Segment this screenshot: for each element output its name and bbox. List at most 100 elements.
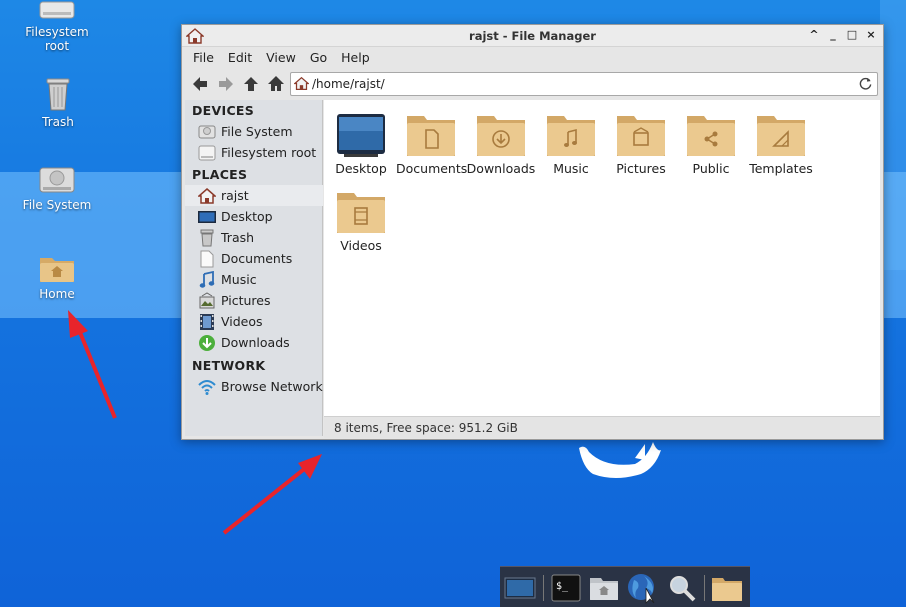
sidebar-item-browse-network[interactable]: Browse Network [185, 376, 323, 397]
desktop-icon-label-2: root [44, 39, 70, 53]
file-item-label: Templates [749, 161, 813, 176]
dock-separator [704, 575, 705, 601]
menu-go[interactable]: Go [303, 48, 334, 68]
side-pane: DEVICES File System Filesystem root PLAC… [185, 100, 323, 436]
folder-pictures-icon [617, 116, 665, 156]
sidebar-item-downloads[interactable]: Downloads [185, 332, 323, 353]
sidebar-item-label: Downloads [221, 335, 290, 350]
trash-icon [46, 78, 70, 111]
file-item-documents[interactable]: Documents [396, 112, 468, 176]
folder-templates-icon [757, 116, 805, 156]
sidebar-item-filesystem-root[interactable]: Filesystem root [185, 142, 323, 163]
file-view: Desktop Documents Downloads Music Pictur… [324, 100, 880, 416]
file-item-desktop[interactable]: Desktop [326, 112, 396, 176]
close-icon[interactable]: × [865, 28, 877, 42]
sidebar-item-label: Desktop [221, 209, 273, 224]
window-title: rajst - File Manager [469, 29, 596, 43]
sidebar-header-devices: DEVICES [192, 103, 255, 118]
desktop-icon-label: Home [39, 287, 75, 301]
sidebar-item-desktop[interactable]: Desktop [185, 206, 323, 227]
desktop-icon-file-system[interactable]: File System [7, 165, 107, 212]
file-item-music[interactable]: Music [536, 112, 606, 176]
forward-arrow-icon[interactable] [216, 74, 236, 94]
annotation-arrow-window [222, 454, 322, 535]
file-item-templates[interactable]: Templates [746, 112, 816, 176]
sidebar-item-documents[interactable]: Documents [185, 248, 323, 269]
menu-file[interactable]: File [186, 48, 221, 68]
home-icon [198, 188, 216, 204]
sidebar-item-label: File System [221, 124, 293, 139]
folder-downloads-icon [477, 116, 525, 156]
file-item-label: Pictures [616, 161, 666, 176]
file-manager-icon[interactable] [588, 572, 620, 604]
sidebar-header-places: PLACES [192, 167, 248, 182]
drive-icon [198, 145, 216, 161]
pictures-icon [199, 292, 215, 309]
sidebar-item-file-system[interactable]: File System [185, 121, 323, 142]
location-bar[interactable]: /home/rajst/ [290, 72, 878, 96]
reload-icon[interactable] [858, 76, 873, 91]
sidebar-item-label: rajst [221, 188, 249, 203]
file-item-public[interactable]: Public [676, 112, 746, 176]
folder-videos-icon [337, 193, 385, 233]
sidebar-item-rajst[interactable]: rajst [185, 185, 323, 206]
sidebar-item-label: Documents [221, 251, 293, 266]
status-bar: 8 items, Free space: 951.2 GiB [324, 416, 880, 438]
desktop-icon-label: File System [22, 198, 92, 212]
file-item-label: Downloads [466, 161, 536, 176]
menu-view[interactable]: View [259, 48, 303, 68]
folder-documents-icon [407, 116, 455, 156]
back-arrow-icon[interactable] [190, 74, 210, 94]
file-item-videos[interactable]: Videos [326, 189, 396, 253]
file-item-downloads[interactable]: Downloads [466, 112, 536, 176]
menu-help[interactable]: Help [334, 48, 377, 68]
sidebar-header-network: NETWORK [192, 358, 266, 373]
file-item-pictures[interactable]: Pictures [606, 112, 676, 176]
file-item-label: Music [553, 161, 589, 176]
menu-edit[interactable]: Edit [221, 48, 259, 68]
up-arrow-icon[interactable] [241, 74, 261, 94]
desktop-icon-home[interactable]: Home [7, 252, 107, 301]
trash-icon [200, 229, 214, 247]
sidebar-item-label: Browse Network [221, 379, 323, 394]
home-folder-icon [40, 258, 74, 282]
xfce-mascot-graphic [579, 442, 661, 478]
file-item-label: Public [692, 161, 730, 176]
desktop-icon-trash[interactable]: Trash [8, 76, 108, 129]
harddisk-icon [198, 125, 216, 139]
svg-text:$_: $_ [556, 581, 569, 592]
toolbar: /home/rajst/ [182, 70, 883, 98]
sidebar-item-trash[interactable]: Trash [185, 227, 323, 248]
folder-icon[interactable] [711, 572, 743, 604]
sidebar-item-pictures[interactable]: Pictures [185, 290, 323, 311]
drive-icon [39, 1, 75, 19]
folder-share-icon [687, 116, 735, 156]
desktop-icon [198, 211, 216, 223]
sidebar-item-label: Pictures [221, 293, 271, 308]
minimize-icon[interactable]: _ [827, 28, 839, 42]
file-item-label: Documents [396, 161, 468, 176]
terminal-icon[interactable]: $_ [550, 572, 582, 604]
sidebar-item-videos[interactable]: Videos [185, 311, 323, 332]
file-item-label: Videos [340, 238, 382, 253]
document-icon [200, 250, 214, 268]
dock-panel: $_ [500, 566, 750, 607]
maximize-icon[interactable]: □ [846, 28, 858, 42]
menu-bar: File Edit View Go Help [182, 48, 377, 68]
sidebar-item-label: Filesystem root [221, 145, 317, 160]
home-icon[interactable] [266, 74, 286, 94]
chevron-up-icon[interactable]: ^ [808, 28, 820, 42]
sidebar-item-music[interactable]: Music [185, 269, 323, 290]
sidebar-item-label: Music [221, 272, 257, 287]
home-location-icon [294, 76, 309, 90]
show-desktop-icon[interactable] [504, 572, 536, 604]
wifi-icon [198, 380, 216, 395]
window-titlebar[interactable]: rajst - File Manager ^ _ □ × [182, 25, 883, 47]
desktop-icon-filesystem-root[interactable]: Filesystem root [7, 0, 107, 53]
sidebar-item-label: Videos [221, 314, 263, 329]
location-path: /home/rajst/ [312, 77, 385, 91]
file-manager-window: rajst - File Manager ^ _ □ × File Edit V… [181, 24, 884, 440]
search-icon[interactable] [666, 572, 698, 604]
web-browser-icon[interactable] [626, 572, 658, 604]
desktop-icon-label: Trash [42, 115, 74, 129]
